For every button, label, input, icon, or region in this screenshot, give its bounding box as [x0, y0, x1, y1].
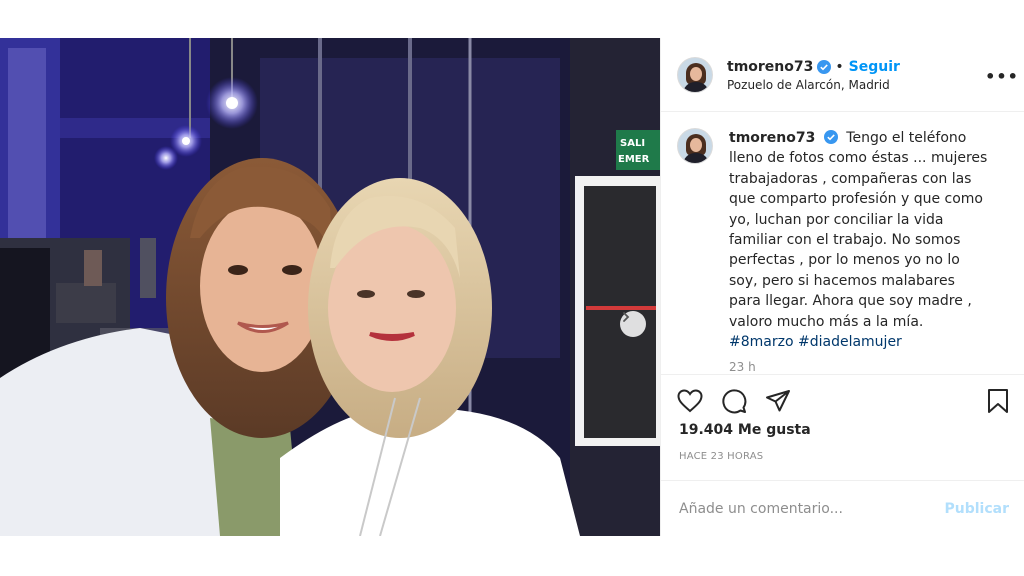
bookmark-icon	[988, 389, 1008, 413]
more-options-icon[interactable]: •••	[985, 64, 1018, 88]
caption-area: tmoreno73 Tengo el teléfono lleno de fot…	[661, 112, 1024, 374]
caption-time: 23 h	[729, 360, 756, 374]
post-side-panel: tmoreno73 • Seguir Pozuelo de Alarcón, M…	[660, 38, 1024, 536]
location-link[interactable]: Pozuelo de Alarcón, Madrid	[727, 78, 900, 92]
post-actions: 19.404 Me gusta HACE 23 HORAS	[661, 374, 1024, 462]
avatar[interactable]	[677, 128, 713, 164]
likes-count[interactable]: 19.404 Me gusta	[661, 421, 1024, 439]
chevron-right-icon	[623, 312, 630, 322]
comment-button[interactable]	[721, 385, 753, 417]
share-button[interactable]	[765, 385, 797, 417]
caption-text: tmoreno73 Tengo el teléfono lleno de fot…	[729, 128, 991, 352]
carousel-next-button[interactable]	[620, 311, 646, 337]
avatar[interactable]	[677, 56, 713, 93]
verified-badge-icon	[823, 130, 838, 144]
post-header: tmoreno73 • Seguir Pozuelo de Alarcón, M…	[661, 38, 1024, 112]
caption-body: Tengo el teléfono lleno de fotos como és…	[729, 130, 988, 330]
share-icon	[766, 390, 790, 412]
hashtag-link[interactable]: #diadelamujer	[798, 334, 902, 350]
comment-icon	[722, 389, 747, 414]
svg-text:EMER: EMER	[618, 154, 650, 165]
comment-form: Publicar	[661, 480, 1024, 536]
comment-input[interactable]	[679, 500, 945, 517]
svg-text:SALI: SALI	[620, 138, 645, 149]
save-button[interactable]	[977, 385, 1009, 417]
heart-icon	[677, 389, 703, 413]
hashtag-link[interactable]: #8marzo	[729, 334, 794, 350]
post-date: HACE 23 HORAS	[679, 451, 764, 462]
separator-dot: •	[835, 58, 844, 75]
username-link[interactable]: tmoreno73	[727, 58, 813, 76]
verified-badge-icon	[817, 59, 832, 74]
publish-button[interactable]: Publicar	[945, 501, 1010, 517]
post-photo[interactable]: SALI EMER	[0, 38, 660, 536]
caption-username[interactable]: tmoreno73	[729, 130, 815, 146]
follow-button[interactable]: Seguir	[849, 58, 900, 76]
selfie-image: SALI EMER	[0, 38, 660, 536]
like-button[interactable]	[677, 385, 709, 417]
